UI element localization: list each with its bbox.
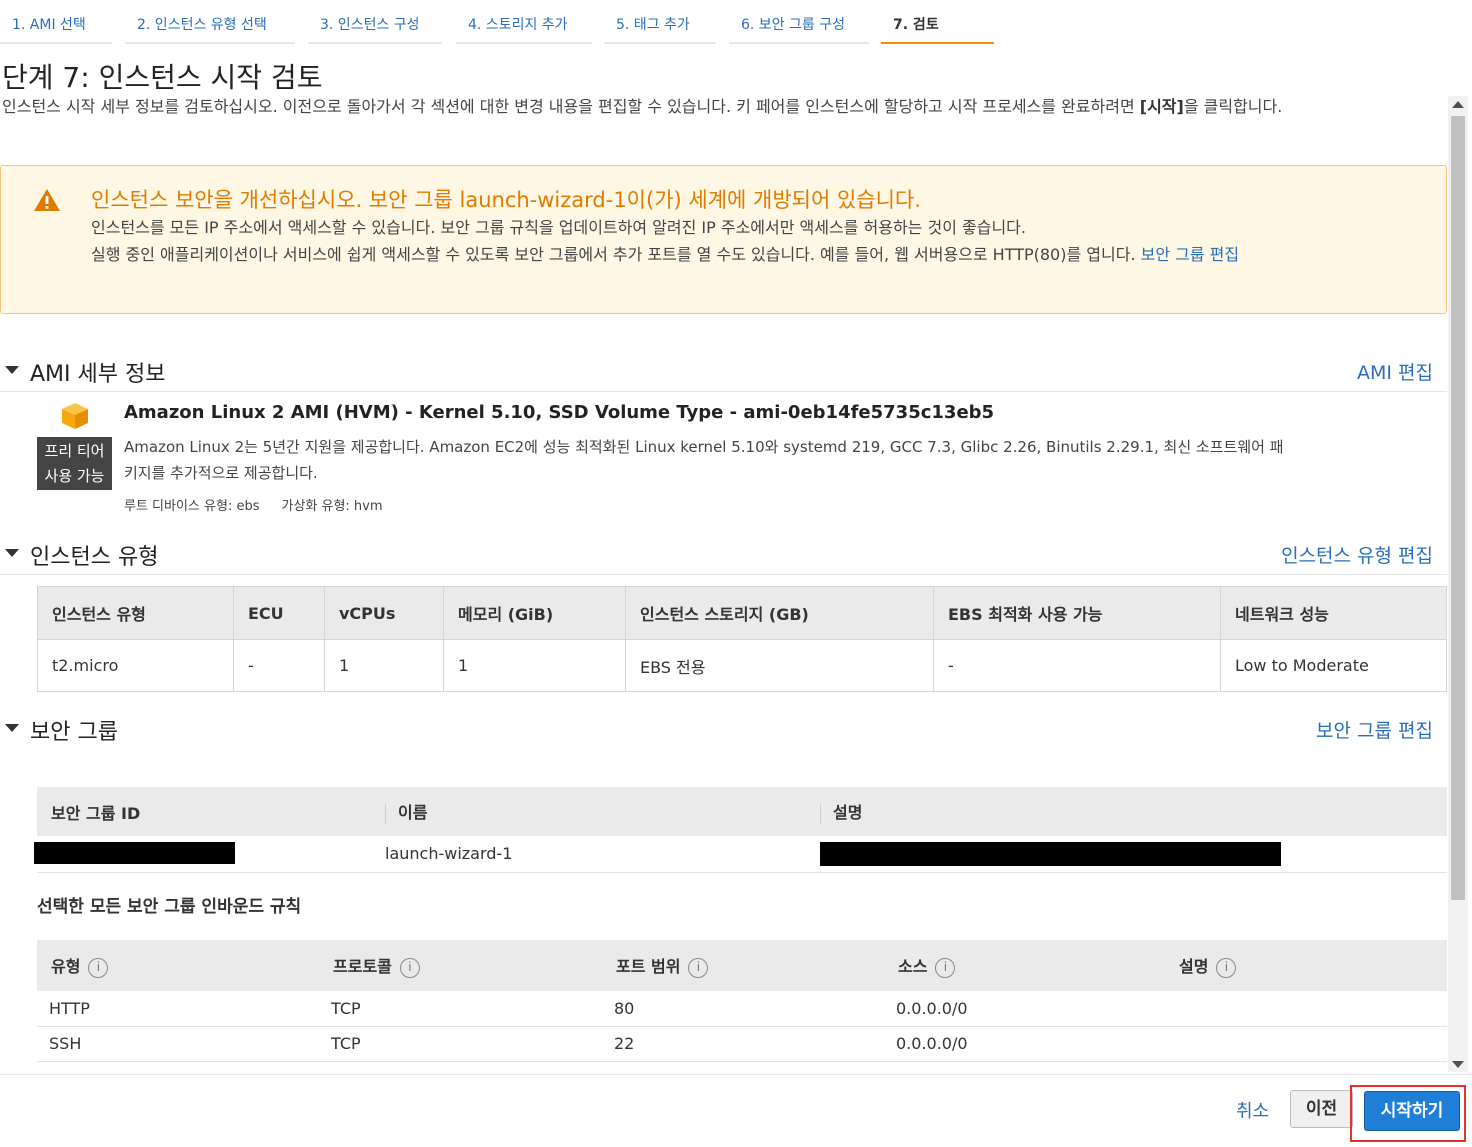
column-header: 설명 i	[1165, 940, 1447, 991]
previous-button[interactable]: 이전	[1290, 1090, 1353, 1128]
instance-type-section-header[interactable]: 인스턴스 유형 인스턴스 유형 편집	[0, 535, 1447, 575]
security-group-section-header[interactable]: 보안 그룹 보안 그룹 편집	[0, 710, 1447, 750]
column-header: 보안 그룹 ID	[37, 787, 385, 836]
wizard-steps: 1. AMI 선택 2. 인스턴스 유형 선택 3. 인스턴스 구성 4. 스토…	[0, 0, 1472, 44]
ami-metadata: 루트 디바이스 유형: ebs 가상화 유형: hvm	[124, 495, 405, 514]
warning-line-1: 인스턴스를 모든 IP 주소에서 액세스할 수 있습니다. 보안 그룹 규칙을 …	[91, 218, 1026, 237]
table-cell: TCP	[319, 991, 602, 1027]
step-ami[interactable]: 1. AMI 선택	[0, 0, 112, 44]
ami-section-title: AMI 세부 정보	[30, 362, 166, 387]
security-group-name-cell: launch-wizard-1	[385, 836, 820, 873]
step-tags[interactable]: 5. 태그 추가	[604, 0, 716, 44]
table-cell: TCP	[319, 1026, 602, 1062]
collapse-caret-icon[interactable]	[5, 724, 19, 732]
table-header-row: 보안 그룹 ID 이름 설명	[37, 787, 1447, 836]
edit-security-group-link[interactable]: 보안 그룹 편집	[1316, 716, 1433, 743]
table-row: HTTP TCP 80 0.0.0.0/0	[37, 991, 1447, 1027]
warning-title: 인스턴스 보안을 개선하십시오. 보안 그룹 launch-wizard-1이(…	[91, 188, 921, 212]
info-icon[interactable]: i	[688, 957, 709, 978]
column-header: 설명	[820, 787, 1447, 836]
table-header-row: 인스턴스 유형 ECU vCPUs 메모리 (GiB) 인스턴스 스토리지 (G…	[37, 586, 1447, 640]
column-header: 포트 범위 i	[602, 940, 884, 991]
column-header: EBS 최적화 사용 가능	[933, 586, 1221, 640]
info-icon[interactable]: i	[935, 957, 956, 978]
table-cell: 22	[602, 1026, 884, 1062]
warning-icon	[34, 189, 60, 211]
table-cell: EBS 전용	[625, 639, 934, 692]
table-cell: 1	[324, 639, 444, 692]
instance-type-table: 인스턴스 유형 ECU vCPUs 메모리 (GiB) 인스턴스 스토리지 (G…	[37, 586, 1447, 692]
column-header: 유형 i	[37, 940, 319, 991]
ami-section-header[interactable]: AMI 세부 정보 AMI 편집	[0, 352, 1447, 392]
info-icon[interactable]: i	[399, 957, 420, 978]
column-header: 네트워크 성능	[1220, 586, 1447, 640]
instance-type-section-title: 인스턴스 유형	[30, 545, 159, 570]
scroll-up-arrow-icon[interactable]	[1452, 101, 1464, 108]
table-cell: t2.micro	[37, 639, 234, 692]
footer-bar: 취소 이전 시작하기	[0, 1074, 1472, 1147]
table-cell: HTTP	[37, 991, 319, 1027]
step-storage[interactable]: 4. 스토리지 추가	[456, 0, 592, 44]
info-icon[interactable]: i	[88, 957, 109, 978]
table-header-row: 유형 i 프로토콜 i 포트 범위 i 소스 i 설명 i	[37, 940, 1447, 991]
column-header: 인스턴스 스토리지 (GB)	[625, 586, 934, 640]
column-header: ECU	[233, 586, 325, 640]
table-cell	[1165, 1026, 1447, 1062]
page-description: 인스턴스 시작 세부 정보를 검토하십시오. 이전으로 돌아가서 각 섹션에 대…	[2, 97, 1283, 116]
edit-ami-link[interactable]: AMI 편집	[1357, 358, 1433, 385]
redacted-security-group-description	[820, 842, 1281, 866]
warning-line-2: 실행 중인 애플리케이션이나 서비스에 쉽게 액세스할 수 있도록 보안 그룹에…	[91, 245, 1240, 264]
scroll-thumb[interactable]	[1451, 116, 1465, 900]
info-icon[interactable]: i	[1216, 957, 1237, 978]
collapse-caret-icon[interactable]	[5, 549, 19, 557]
table-cell: 0.0.0.0/0	[884, 1026, 1165, 1062]
column-header: 프로토콜 i	[319, 940, 602, 991]
edit-instance-type-link[interactable]: 인스턴스 유형 편집	[1281, 541, 1433, 568]
collapse-caret-icon[interactable]	[5, 366, 19, 374]
table-row: t2.micro - 1 1 EBS 전용 - Low to Moderate	[37, 639, 1447, 692]
table-cell: 80	[602, 991, 884, 1027]
table-cell: -	[233, 639, 325, 692]
ami-description: Amazon Linux 2는 5년간 지원을 제공합니다. Amazon EC…	[124, 438, 1284, 482]
ami-name: Amazon Linux 2 AMI (HVM) - Kernel 5.10, …	[124, 402, 995, 423]
page-title: 단계 7: 인스턴스 시작 검토	[2, 61, 323, 94]
step-security-group[interactable]: 6. 보안 그룹 구성	[729, 0, 869, 44]
cancel-button[interactable]: 취소	[1236, 1097, 1269, 1123]
inbound-rules-title: 선택한 모든 보안 그룹 인바운드 규칙	[37, 897, 302, 917]
ami-cube-icon	[62, 403, 88, 429]
column-header: 인스턴스 유형	[37, 586, 234, 640]
inbound-rules-table: 유형 i 프로토콜 i 포트 범위 i 소스 i 설명 i HTTP TCP 80 0.0…	[37, 940, 1447, 1062]
table-cell: Low to Moderate	[1220, 639, 1447, 692]
step-review[interactable]: 7. 검토	[881, 0, 994, 44]
table-cell	[1165, 991, 1447, 1027]
redacted-security-group-id	[34, 842, 235, 864]
free-tier-badge: 프리 티어 사용 가능	[37, 437, 112, 490]
column-header: 이름	[385, 787, 820, 836]
column-header: vCPUs	[324, 586, 444, 640]
table-cell: 1	[443, 639, 626, 692]
root-device-type: 루트 디바이스 유형: ebs	[124, 499, 260, 514]
column-header: 메모리 (GiB)	[443, 586, 626, 640]
scroll-down-arrow-icon[interactable]	[1452, 1061, 1464, 1068]
virtualization-type: 가상화 유형: hvm	[281, 499, 383, 514]
step-instance-type[interactable]: 2. 인스턴스 유형 선택	[125, 0, 295, 44]
edit-security-group-link[interactable]: 보안 그룹 편집	[1141, 245, 1240, 264]
security-warning-box: 인스턴스 보안을 개선하십시오. 보안 그룹 launch-wizard-1이(…	[0, 165, 1447, 314]
launch-button[interactable]: 시작하기	[1364, 1091, 1460, 1131]
security-group-section-title: 보안 그룹	[30, 720, 118, 745]
table-cell: 0.0.0.0/0	[884, 991, 1165, 1027]
vertical-scrollbar[interactable]	[1448, 96, 1468, 1072]
step-configure[interactable]: 3. 인스턴스 구성	[308, 0, 442, 44]
table-row: SSH TCP 22 0.0.0.0/0	[37, 1026, 1447, 1062]
table-cell: -	[933, 639, 1221, 692]
column-header: 소스 i	[884, 940, 1165, 991]
table-cell: SSH	[37, 1026, 319, 1062]
